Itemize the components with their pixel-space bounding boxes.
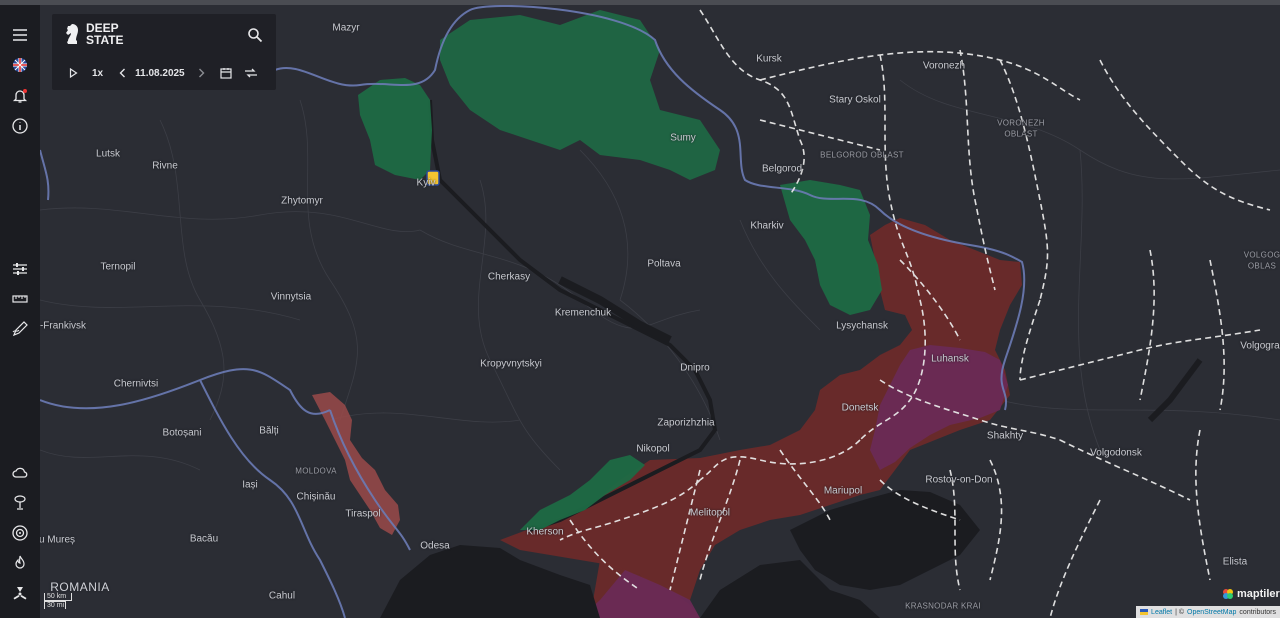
timeline-controls: 1x 11.08.2025 <box>66 64 266 82</box>
city-label: Elista <box>1222 556 1248 568</box>
city-label: u Mureș <box>40 534 76 546</box>
search-button[interactable] <box>246 26 264 44</box>
maptiler-text: maptiler <box>1237 588 1280 600</box>
city-label: Dnipro <box>680 362 710 374</box>
prev-date-button[interactable] <box>117 68 127 78</box>
speed-button[interactable]: 1x <box>92 68 103 79</box>
city-label: Zhytomyr <box>281 195 323 207</box>
city-label: Zaporizhzhia <box>657 417 715 429</box>
ukraine-flag-icon <box>1140 609 1149 615</box>
city-label: Kropyvnytskyi <box>480 358 542 370</box>
sliders-icon[interactable] <box>8 257 32 281</box>
bell-icon[interactable] <box>8 84 32 108</box>
oblast-label: VORONEZH <box>997 118 1045 128</box>
scale-km: 50 km <box>44 593 72 601</box>
control-panel: DEEP STATE 1x 11.08.2025 <box>52 14 276 90</box>
city-label: Kherson <box>526 526 564 538</box>
city-label: Luhansk <box>931 353 969 365</box>
play-icon <box>69 68 78 78</box>
city-label: Chișinău <box>296 491 336 503</box>
sidebar <box>0 5 40 618</box>
chevron-left-icon <box>119 68 125 78</box>
current-date[interactable]: 11.08.2025 <box>135 68 185 79</box>
city-label: Belgorod <box>761 163 803 175</box>
maptiler-logo[interactable]: maptiler <box>1222 588 1280 600</box>
city-label: Vinnytsia <box>270 291 312 303</box>
city-label: Sumy <box>670 132 696 144</box>
city-label: Kharkiv <box>750 220 784 232</box>
attribution-contributors: contributors <box>1239 608 1276 616</box>
oblast-label: OBLAST <box>1004 129 1038 139</box>
country-label: MOLDOVA <box>295 466 337 476</box>
play-button[interactable] <box>66 68 80 78</box>
ruler-icon[interactable] <box>8 287 32 311</box>
city-label: Melitopol <box>689 507 731 519</box>
calendar-icon <box>220 68 232 79</box>
flag-uk-icon[interactable] <box>8 53 32 77</box>
radiation-icon[interactable] <box>8 581 32 605</box>
chevron-right-icon <box>199 68 205 78</box>
info-icon[interactable] <box>8 114 32 138</box>
city-label: Voronezh <box>922 60 966 72</box>
oblast-label: VOLGOG <box>1243 250 1280 260</box>
city-label: Iași <box>242 479 258 491</box>
city-label: Lysychansk <box>836 320 888 332</box>
calendar-button[interactable] <box>219 67 233 79</box>
city-label: Lutsk <box>96 148 120 160</box>
map-area[interactable]: Mazyr Kursk Voronezh Stary Oskol VORONEZ… <box>40 5 1280 618</box>
city-label: Ternopil <box>100 261 136 273</box>
compare-button[interactable] <box>243 67 259 79</box>
city-label: Shakhty <box>986 430 1024 442</box>
city-label: Bacău <box>189 533 219 545</box>
cloud-icon[interactable] <box>8 460 32 484</box>
osm-link[interactable]: OpenStreetMap <box>1187 609 1236 616</box>
explosion-icon[interactable] <box>8 491 32 515</box>
attribution-separator: | © <box>1175 608 1184 616</box>
target-icon[interactable] <box>8 521 32 545</box>
compare-arrows-icon <box>244 68 257 78</box>
city-label: Chernivtsi <box>113 378 159 390</box>
maptiler-icon <box>1223 589 1233 599</box>
scale-mi: 30 mi <box>44 601 66 609</box>
city-label: Odesa <box>420 540 450 552</box>
city-label: Botoșani <box>162 427 202 439</box>
city-label: Kremenchuk <box>554 307 612 319</box>
city-label: Cahul <box>268 590 296 602</box>
city-label: Volgogra <box>1240 340 1280 352</box>
country-label: ROMANIA <box>50 580 110 594</box>
oblast-label: KRASNODAR KRAI <box>905 601 981 611</box>
city-label: Tiraspol <box>345 508 381 520</box>
logo-text: DEEP STATE <box>86 21 124 47</box>
city-label: Mazyr <box>332 22 360 34</box>
city-label: Rostov-on-Don <box>925 474 993 486</box>
city-label: Nikopol <box>636 443 670 455</box>
city-label: Rivne <box>152 160 178 172</box>
map-attribution: Leaflet | © OpenStreetMap contributors <box>1136 606 1280 618</box>
next-date-button[interactable] <box>197 68 207 78</box>
city-label: Bălți <box>259 425 279 437</box>
city-label: Stary Oskol <box>829 94 881 106</box>
oblast-label: BELGOROD OBLAST <box>820 150 904 160</box>
logo[interactable]: DEEP STATE <box>64 22 130 46</box>
city-label: Volgodonsk <box>1090 447 1142 459</box>
draw-icon[interactable] <box>8 317 32 341</box>
city-label: Donetsk <box>841 402 879 414</box>
map-canvas <box>40 5 1280 618</box>
search-icon <box>248 28 263 43</box>
knight-logo-icon <box>66 24 78 44</box>
city-label: Kursk <box>756 53 782 65</box>
city-label: Kyiv <box>416 177 436 189</box>
leaflet-link[interactable]: Leaflet <box>1151 609 1172 616</box>
oblast-label: OBLAS <box>1247 261 1277 271</box>
map-scale: 50 km 30 mi <box>44 593 72 609</box>
fire-icon[interactable] <box>8 551 32 575</box>
city-label: Mariupol <box>823 485 863 497</box>
city-label: Cherkasy <box>487 271 531 283</box>
menu-icon[interactable] <box>8 23 32 47</box>
city-label: -Frankivsk <box>40 320 87 332</box>
city-label: Poltava <box>647 258 681 270</box>
